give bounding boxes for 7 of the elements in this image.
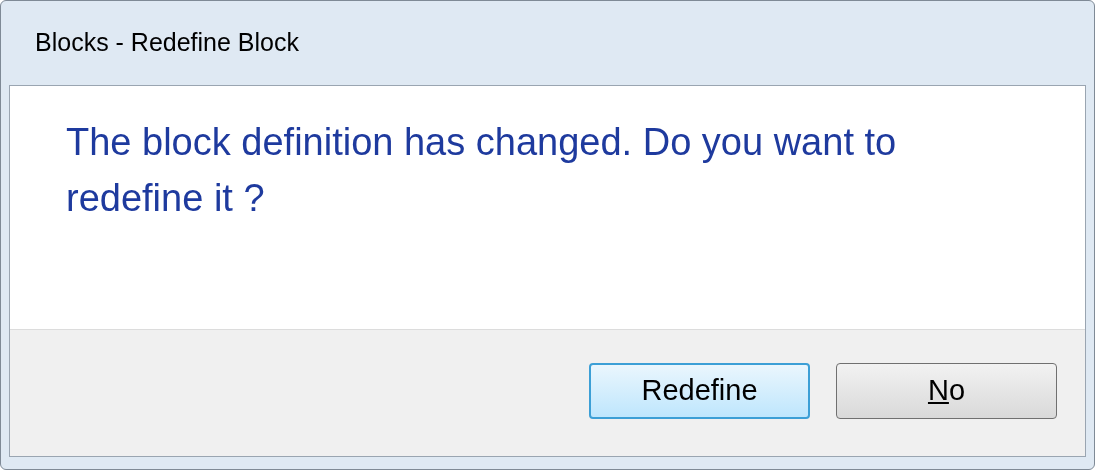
- message-text: The block definition has changed. Do you want to redefine it ?: [66, 120, 898, 221]
- dialog-button[interactable]: Redefine: [589, 363, 810, 419]
- window-title: Blocks - Redefine Block: [35, 27, 299, 59]
- button-label: Redefine: [641, 374, 758, 407]
- button-label: N: [927, 374, 949, 407]
- dialog-button[interactable]: No: [836, 363, 1057, 419]
- button-label: o: [948, 374, 966, 407]
